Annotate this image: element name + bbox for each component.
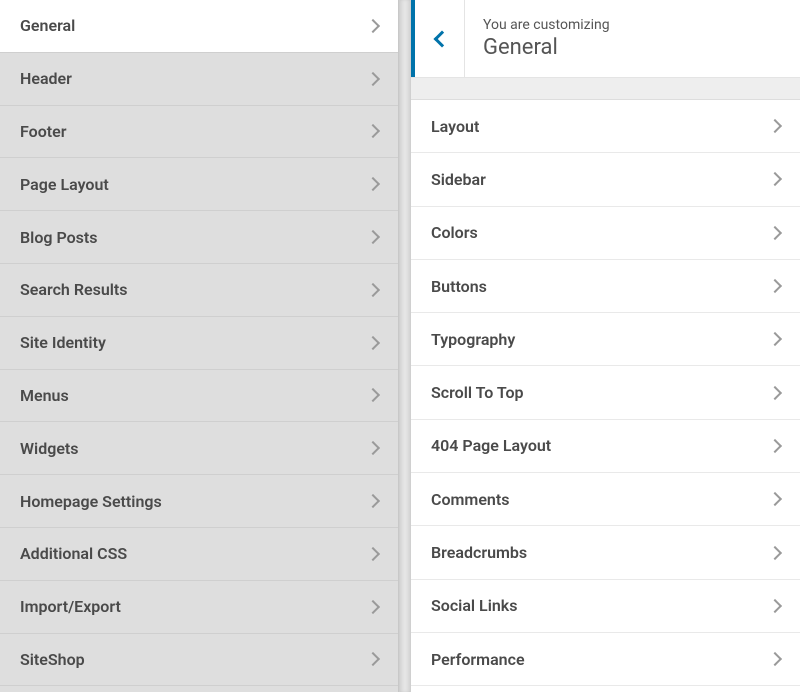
subitem-404-page-layout[interactable]: 404 Page Layout (411, 420, 800, 473)
chevron-right-icon (366, 600, 380, 614)
chevron-right-icon (768, 386, 782, 400)
customizer-main-sections: General Header Footer Page Layout Blog P… (0, 0, 399, 692)
chevron-right-icon (366, 652, 380, 666)
chevron-right-icon (366, 547, 380, 561)
section-label: Homepage Settings (20, 492, 162, 511)
subpanel-supertitle: You are customizing (483, 17, 610, 33)
section-header[interactable]: Header (0, 53, 398, 106)
panel-divider (399, 0, 411, 692)
chevron-right-icon (366, 177, 380, 191)
chevron-right-icon (366, 19, 380, 33)
section-label: SiteShop (20, 650, 85, 669)
subitem-label: Social Links (431, 596, 517, 615)
subpanel-spacer (411, 78, 800, 100)
section-label: Site Identity (20, 333, 106, 352)
chevron-right-icon (366, 388, 380, 402)
chevron-right-icon (768, 439, 782, 453)
subitem-label: 404 Page Layout (431, 436, 551, 455)
subitem-label: Sidebar (431, 170, 486, 189)
subitem-buttons[interactable]: Buttons (411, 260, 800, 313)
back-button[interactable] (411, 0, 465, 77)
subitem-layout[interactable]: Layout (411, 100, 800, 153)
chevron-right-icon (366, 230, 380, 244)
subitem-label: Performance (431, 650, 525, 669)
section-widgets[interactable]: Widgets (0, 422, 398, 475)
subitem-label: Scroll To Top (431, 383, 524, 402)
subitem-performance[interactable]: Performance (411, 633, 800, 686)
subitem-social-links[interactable]: Social Links (411, 580, 800, 633)
chevron-right-icon (768, 599, 782, 613)
section-blog-posts[interactable]: Blog Posts (0, 211, 398, 264)
chevron-right-icon (366, 336, 380, 350)
chevron-right-icon (768, 172, 782, 186)
subitem-label: Buttons (431, 277, 487, 296)
customizer-subpanel: You are customizing General Layout Sideb… (411, 0, 800, 692)
subpanel-header-text: You are customizing General (465, 0, 610, 77)
section-label: Search Results (20, 280, 128, 299)
subitem-comments[interactable]: Comments (411, 473, 800, 526)
chevron-right-icon (768, 652, 782, 666)
chevron-left-icon (433, 30, 450, 47)
subitem-label: Comments (431, 490, 509, 509)
section-label: Additional CSS (20, 544, 127, 563)
main-sections-list: General Header Footer Page Layout Blog P… (0, 0, 398, 686)
section-search-results[interactable]: Search Results (0, 264, 398, 317)
subitem-typography[interactable]: Typography (411, 313, 800, 366)
section-label: Blog Posts (20, 228, 98, 247)
subitem-label: Colors (431, 223, 478, 242)
section-label: Page Layout (20, 175, 109, 194)
section-label: Footer (20, 122, 66, 141)
subitem-label: Layout (431, 117, 479, 136)
subitem-breadcrumbs[interactable]: Breadcrumbs (411, 526, 800, 579)
section-label: General (20, 16, 75, 35)
chevron-right-icon (768, 119, 782, 133)
subitem-label: Typography (431, 330, 515, 349)
section-label: Widgets (20, 439, 79, 458)
subitem-scroll-to-top[interactable]: Scroll To Top (411, 366, 800, 419)
section-general[interactable]: General (0, 0, 398, 53)
section-siteshop[interactable]: SiteShop (0, 634, 398, 687)
subpanel-list: Layout Sidebar Colors Buttons Typography… (411, 100, 800, 686)
chevron-right-icon (366, 72, 380, 86)
section-page-layout[interactable]: Page Layout (0, 158, 398, 211)
section-label: Header (20, 69, 72, 88)
chevron-right-icon (768, 332, 782, 346)
section-label: Menus (20, 386, 69, 405)
section-label: Import/Export (20, 597, 121, 616)
subpanel-header: You are customizing General (411, 0, 800, 78)
section-additional-css[interactable]: Additional CSS (0, 528, 398, 581)
section-import-export[interactable]: Import/Export (0, 581, 398, 634)
section-site-identity[interactable]: Site Identity (0, 317, 398, 370)
chevron-right-icon (768, 279, 782, 293)
section-homepage-settings[interactable]: Homepage Settings (0, 475, 398, 528)
subitem-label: Breadcrumbs (431, 543, 527, 562)
subitem-colors[interactable]: Colors (411, 207, 800, 260)
chevron-right-icon (768, 545, 782, 559)
chevron-right-icon (366, 441, 380, 455)
section-menus[interactable]: Menus (0, 370, 398, 423)
chevron-right-icon (366, 494, 380, 508)
chevron-right-icon (768, 226, 782, 240)
chevron-right-icon (768, 492, 782, 506)
section-footer[interactable]: Footer (0, 106, 398, 159)
subpanel-title: General (483, 35, 610, 60)
chevron-right-icon (366, 124, 380, 138)
chevron-right-icon (366, 283, 380, 297)
subitem-sidebar[interactable]: Sidebar (411, 153, 800, 206)
